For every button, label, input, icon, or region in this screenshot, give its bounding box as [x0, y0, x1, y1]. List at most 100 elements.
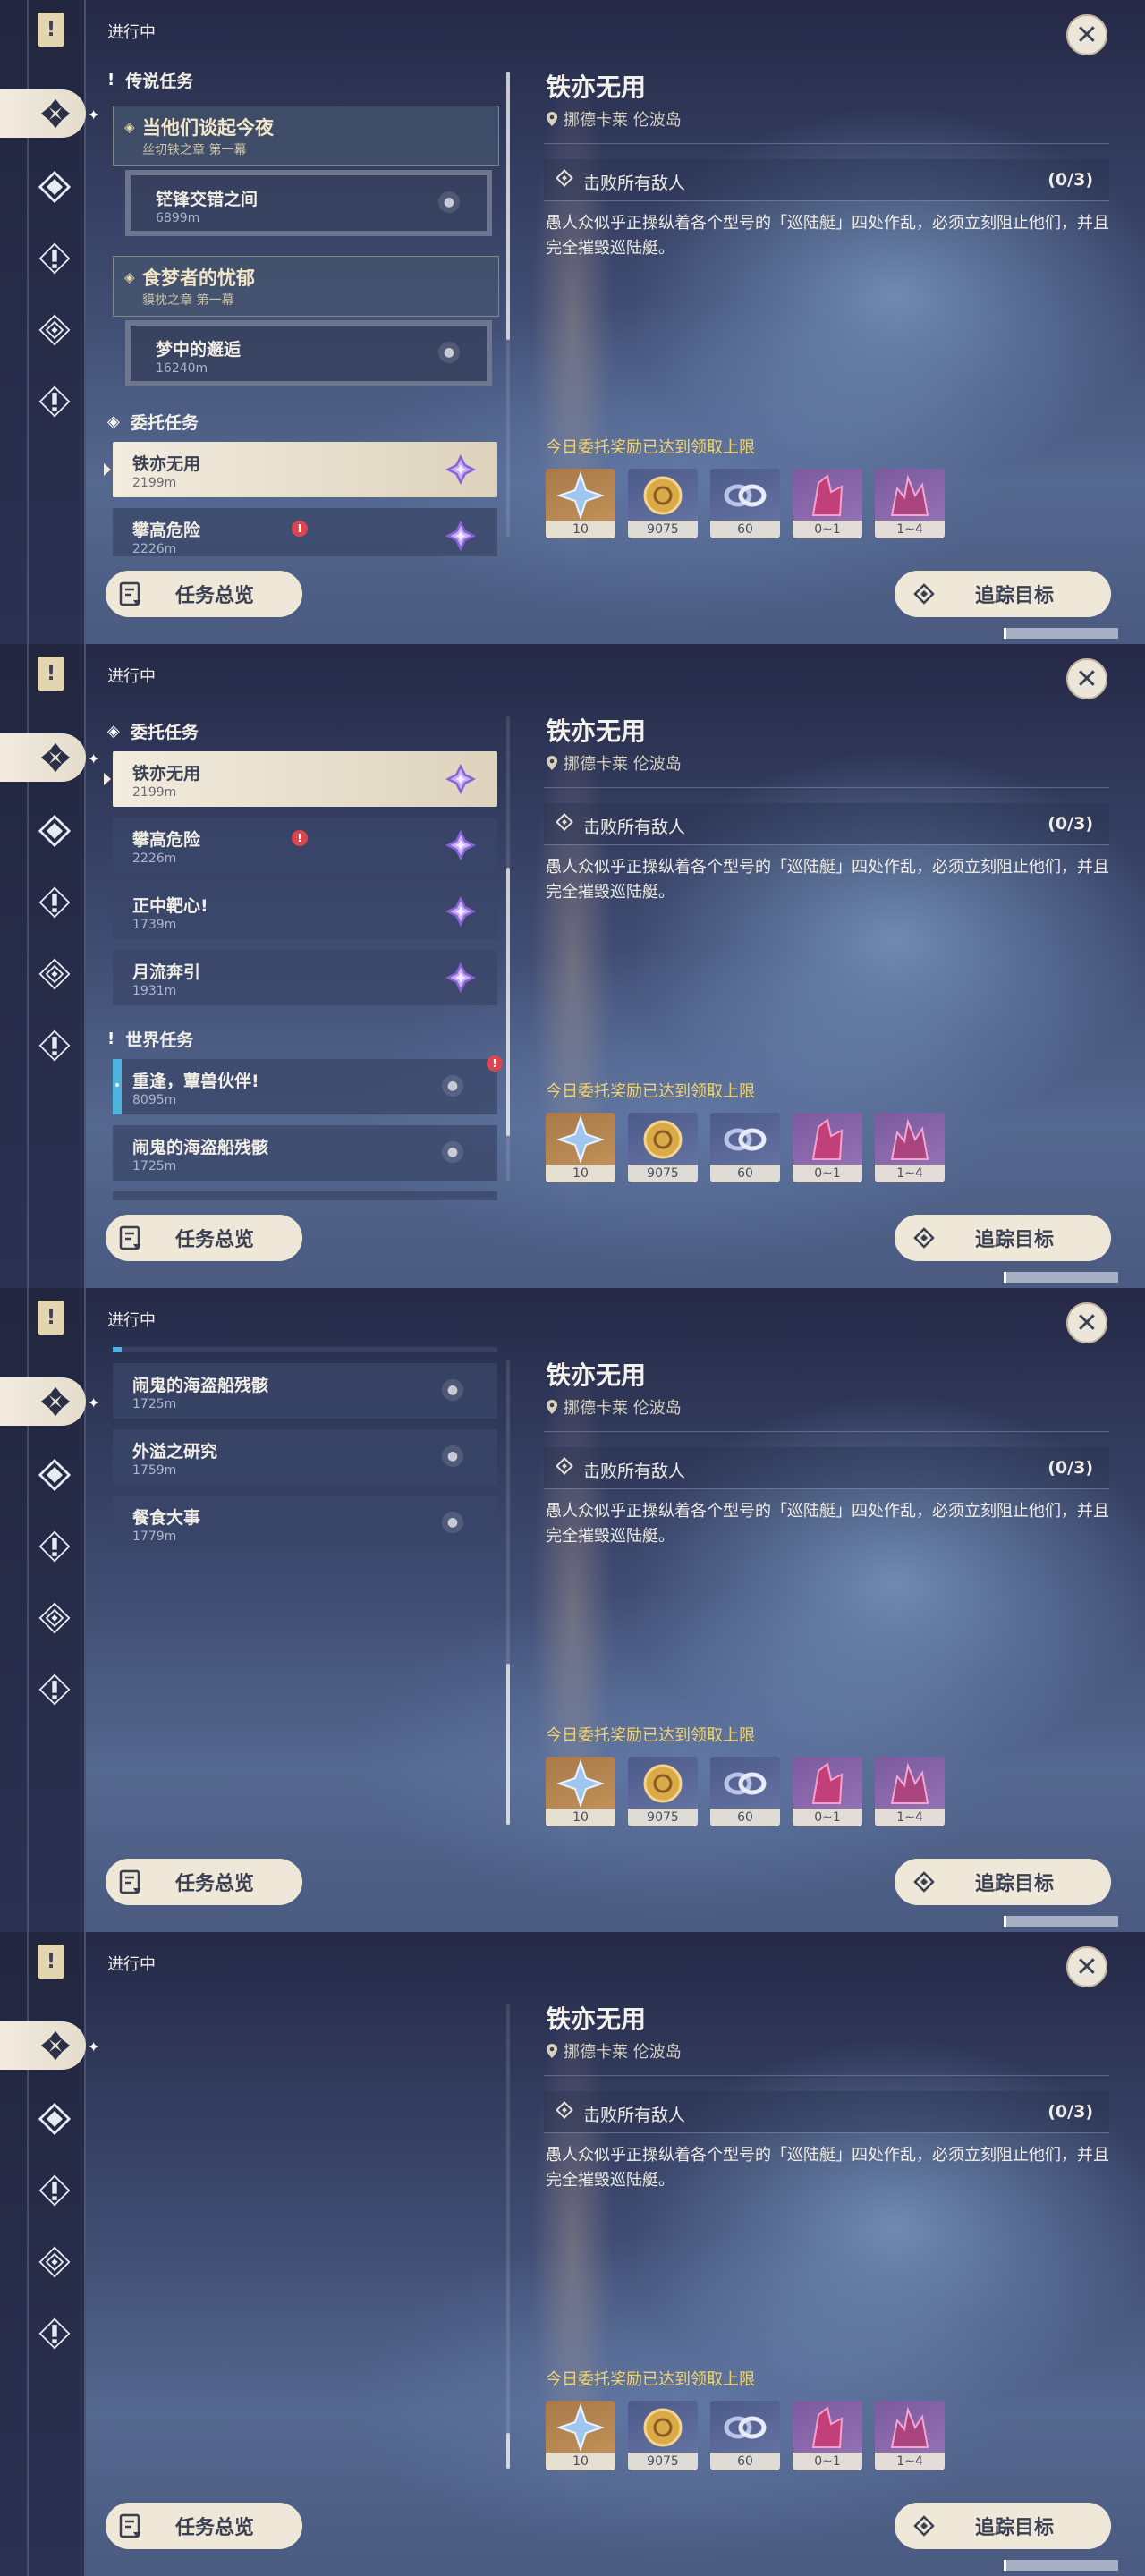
category-event-icon[interactable]	[30, 377, 79, 426]
commission-title: 铁亦无用	[132, 764, 201, 784]
divider	[544, 787, 1109, 788]
quest-book-icon[interactable]: !	[38, 1301, 64, 1335]
reward-item[interactable]: 10	[546, 2401, 615, 2470]
reward-item[interactable]: 9075	[628, 469, 698, 538]
quest-overview-button[interactable]: 任务总览	[106, 2503, 302, 2549]
quest-list[interactable]: !传说任务 ◈ 当他们谈起今夜 丝切铁之章 第一幕 铓锋交错之间 6899m ●…	[98, 1991, 510, 2488]
quest-book-icon[interactable]: !	[38, 13, 64, 47]
reward-quantity: 10	[546, 1165, 615, 1182]
world-quest-item[interactable]: ! 重逢，蕈兽伙伴! 8095m ●	[113, 1347, 497, 1352]
reward-item[interactable]: 60	[710, 1113, 780, 1182]
reward-item[interactable]: 10	[546, 1113, 615, 1182]
commission-item[interactable]: 正中靶心! 1739m	[113, 884, 497, 939]
reward-item[interactable]: 0~1	[793, 2401, 862, 2470]
section-commission: ◈ 委托任务	[107, 719, 199, 743]
legend-subquest[interactable]: 梦中的邂逅 16240m ●	[125, 320, 492, 386]
world-quest-item[interactable]: 外溢之研究 1759m ●	[113, 1191, 497, 1200]
legend-subquest[interactable]: 铓锋交错之间 6899m ●	[125, 170, 492, 236]
category-world-icon[interactable]	[30, 234, 79, 283]
quest-list[interactable]: !传说任务 ◈ 当他们谈起今夜 丝切铁之章 第一幕 铓锋交错之间 6899m ●…	[98, 59, 510, 556]
quest-overview-button[interactable]: 任务总览	[106, 571, 302, 617]
category-world-icon[interactable]	[30, 878, 79, 927]
location-pin-icon[interactable]: ●	[442, 1379, 463, 1401]
legend-quest[interactable]: ◈ 食梦者的忧郁 貘枕之章 第一幕	[113, 256, 499, 317]
commission-item[interactable]: 铁亦无用 2199m	[104, 442, 497, 497]
location-pin-icon[interactable]: ●	[438, 342, 460, 363]
world-quest-distance: 1759m	[132, 1463, 177, 1478]
reward-item[interactable]: 9075	[628, 2401, 698, 2470]
location-pin-icon[interactable]: ●	[442, 1075, 463, 1097]
quest-list[interactable]: !传说任务 ◈ 当他们谈起今夜 丝切铁之章 第一幕 铓锋交错之间 6899m ●…	[98, 1347, 510, 1844]
category-event-icon[interactable]	[30, 1021, 79, 1070]
category-all-icon[interactable]	[0, 1377, 86, 1426]
companionship-exp-icon	[724, 2416, 767, 2439]
category-commission-icon[interactable]	[30, 1594, 79, 1642]
category-archon-icon[interactable]	[30, 807, 79, 855]
category-archon-icon[interactable]	[30, 163, 79, 211]
reward-item[interactable]: 0~1	[793, 469, 862, 538]
commission-item[interactable]: 攀高危险 2226m !	[113, 818, 497, 873]
reward-item[interactable]: 1~4	[875, 2401, 945, 2470]
overview-label: 任务总览	[175, 1229, 255, 1251]
category-event-icon[interactable]	[30, 2309, 79, 2358]
quest-overview-button[interactable]: 任务总览	[106, 1859, 302, 1905]
quest-list[interactable]: !传说任务 ◈ 当他们谈起今夜 丝切铁之章 第一幕 铓锋交错之间 6899m ●…	[98, 703, 510, 1200]
world-quest-item[interactable]: 闹鬼的海盗船残骸 1725m ●	[113, 1363, 497, 1419]
reward-item[interactable]: 60	[710, 1757, 780, 1826]
commission-item[interactable]: 铁亦无用 2199m	[104, 751, 497, 807]
category-all-icon[interactable]	[0, 2021, 86, 2070]
quest-overview-button[interactable]: 任务总览	[106, 1215, 302, 1261]
list-scrollbar-track[interactable]	[506, 2004, 510, 2469]
reward-item[interactable]: 9075	[628, 1757, 698, 1826]
category-commission-icon[interactable]	[30, 950, 79, 998]
list-scrollbar-thumb[interactable]	[506, 72, 510, 340]
quest-panel: ! ✦ 进行中 !传说任务 ◈ 当他们谈起今夜 丝切铁之章 第一幕 铓锋交错之间…	[0, 644, 1145, 1288]
reward-item[interactable]: 60	[710, 469, 780, 538]
category-world-icon[interactable]	[30, 1522, 79, 1571]
reward-item[interactable]: 0~1	[793, 1113, 862, 1182]
quest-panel: ! ✦ 进行中 !传说任务 ◈ 当他们谈起今夜 丝切铁之章 第一幕 铓锋交错之间…	[0, 1932, 1145, 2576]
reward-list: 10 9075 60 0~1 1~4	[546, 1113, 945, 1182]
quest-book-icon[interactable]: !	[38, 1945, 64, 1979]
legend-quest[interactable]: ◈ 当他们谈起今夜 丝切铁之章 第一幕	[113, 106, 499, 166]
list-scrollbar-thumb[interactable]	[506, 868, 510, 1136]
quest-book-icon[interactable]: !	[38, 657, 64, 691]
world-quest-item[interactable]: ! 重逢，蕈兽伙伴! 8095m ●	[113, 1055, 503, 1114]
reward-quantity: 60	[710, 1165, 780, 1182]
world-quest-item[interactable]: 餐食大事 1779m ●	[113, 1496, 497, 1551]
reward-item[interactable]: 0~1	[793, 1757, 862, 1826]
world-quest-item[interactable]: 闹鬼的海盗船残骸 1725m ●	[113, 1125, 497, 1181]
reward-list: 10 9075 60 0~1 1~4	[546, 1757, 945, 1826]
reward-item[interactable]: 9075	[628, 1113, 698, 1182]
location-pin-icon[interactable]: ●	[442, 1141, 463, 1163]
reward-item[interactable]: 60	[710, 2401, 780, 2470]
location-pin-icon[interactable]: ●	[442, 1512, 463, 1533]
category-world-icon[interactable]	[30, 2166, 79, 2215]
reward-item[interactable]: 1~4	[875, 1757, 945, 1826]
overview-label: 任务总览	[175, 585, 255, 607]
reward-item[interactable]: 1~4	[875, 469, 945, 538]
crystal-chunk-icon	[811, 2406, 844, 2448]
divider	[544, 2075, 1109, 2076]
category-all-icon[interactable]	[0, 733, 86, 782]
world-quest-item[interactable]: 外溢之研究 1759m ●	[113, 1429, 497, 1485]
reward-item[interactable]: 1~4	[875, 1113, 945, 1182]
list-scrollbar-thumb[interactable]	[506, 2433, 510, 2469]
category-event-icon[interactable]	[30, 1665, 79, 1714]
category-all-icon[interactable]	[0, 89, 86, 138]
category-archon-icon[interactable]	[30, 2095, 79, 2143]
reward-item[interactable]: 10	[546, 469, 615, 538]
crystal-cluster-icon	[890, 2406, 929, 2448]
location-pin-icon[interactable]: ●	[438, 191, 460, 213]
category-commission-icon[interactable]	[30, 2238, 79, 2286]
commission-item[interactable]: 攀高危险 2226m !	[113, 508, 497, 556]
location-pin-icon[interactable]: ●	[442, 1445, 463, 1467]
quest-title: 铁亦无用	[546, 72, 647, 102]
location-text: 挪德卡莱 伦波岛	[564, 111, 682, 130]
commission-item[interactable]: 月流奔引 1931m	[113, 950, 497, 1005]
list-scrollbar-thumb[interactable]	[506, 1664, 510, 1825]
category-archon-icon[interactable]	[30, 1451, 79, 1499]
legend-quest-title: 当他们谈起今夜	[142, 117, 274, 139]
category-commission-icon[interactable]	[30, 306, 79, 354]
reward-item[interactable]: 10	[546, 1757, 615, 1826]
